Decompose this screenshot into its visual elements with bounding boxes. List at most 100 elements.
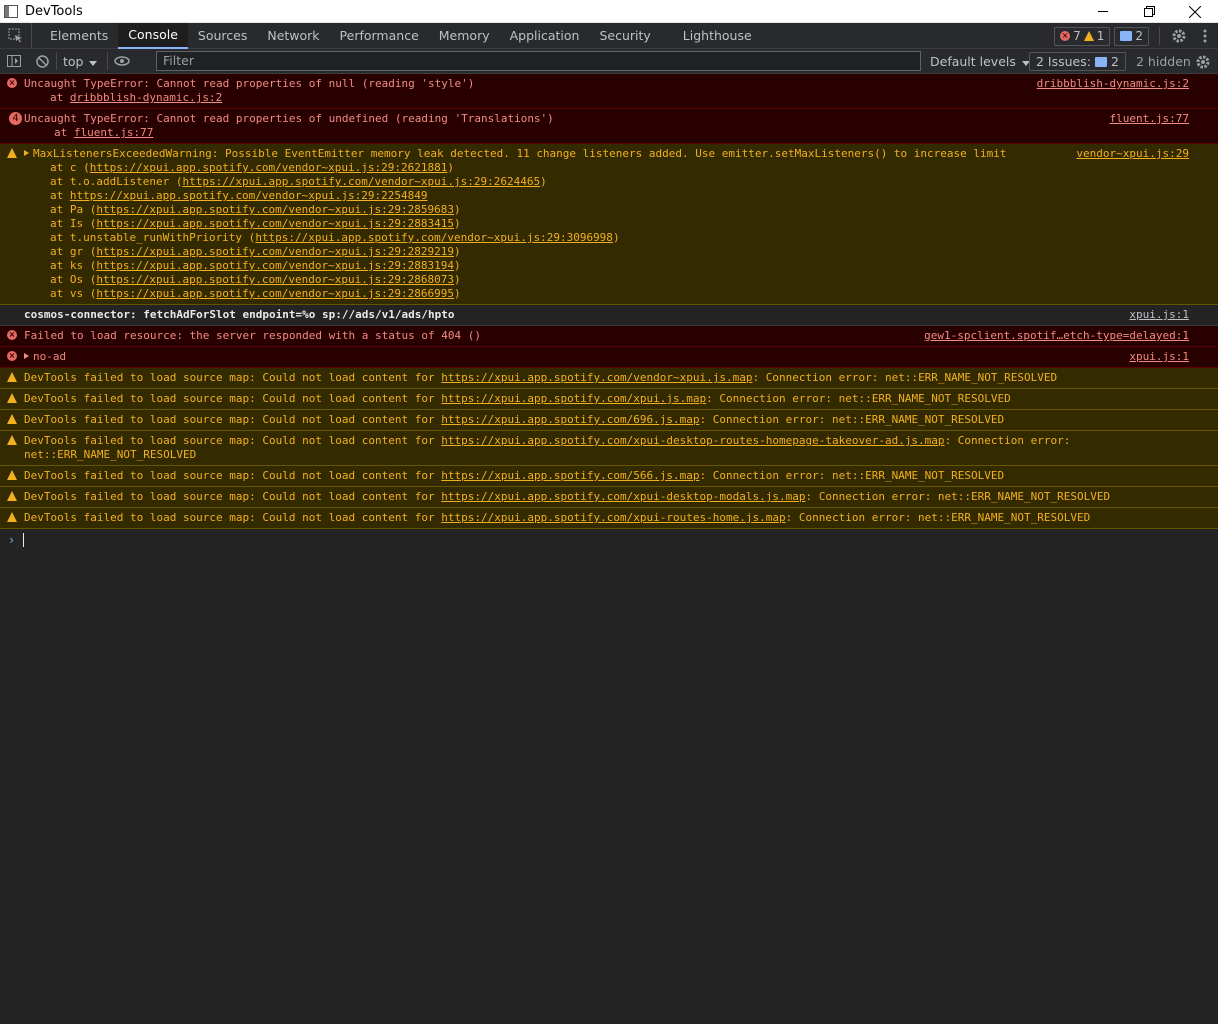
warning-icon	[7, 414, 17, 424]
tab-elements[interactable]: Elements	[40, 23, 118, 49]
source-map-link[interactable]: https://xpui.app.spotify.com/xpui-deskto…	[441, 434, 944, 447]
sidebar-toggle-icon[interactable]	[0, 49, 28, 74]
stack-function: at t.unstable_runWithPriority (	[50, 231, 256, 244]
context-selector[interactable]: top	[56, 52, 109, 70]
divider	[1159, 27, 1160, 45]
stack-end: )	[453, 287, 461, 300]
expand-arrow-icon[interactable]	[24, 353, 29, 359]
tab-application[interactable]: Application	[500, 23, 590, 49]
source-map-link[interactable]: https://xpui.app.spotify.com/xpui-routes…	[441, 511, 785, 524]
tab-performance[interactable]: Performance	[330, 23, 429, 49]
error-warning-counter[interactable]: × 7 1	[1054, 26, 1111, 46]
error-count: 7	[1073, 29, 1081, 43]
stack-end: )	[540, 175, 547, 188]
message-text-line: DevTools failed to load source map: Coul…	[24, 392, 1218, 406]
tab-lighthouse[interactable]: Lighthouse	[661, 23, 762, 49]
stack-end: )	[612, 231, 620, 244]
stack-frame: at ks (https://xpui.app.spotify.com/vend…	[24, 259, 1218, 273]
stack-function: at t.o.addListener (	[50, 175, 183, 188]
tabbar-right: × 7 1 2	[1054, 23, 1218, 49]
source-link[interactable]: gew1-spclient.spotif…etch-type=delayed:1	[924, 329, 1189, 343]
tab-memory[interactable]: Memory	[429, 23, 500, 49]
stack-link[interactable]: https://xpui.app.spotify.com/vendor~xpui…	[96, 273, 454, 286]
source-link[interactable]: fluent.js:77	[1110, 112, 1189, 126]
context-label: top	[63, 53, 84, 69]
stack-frame: at vs (https://xpui.app.spotify.com/vend…	[24, 287, 1218, 301]
message-text: DevTools failed to load source map: Coul…	[24, 434, 442, 447]
console-message-warning: DevTools failed to load source map: Coul…	[0, 431, 1218, 466]
stack-function: at vs (	[50, 287, 97, 300]
hidden-count: 2 hidden	[1136, 54, 1191, 69]
message-text-line: DevTools failed to load source map: Coul…	[24, 413, 1218, 427]
clear-console-icon[interactable]	[28, 49, 56, 74]
stack-link[interactable]: https://xpui.app.spotify.com/vendor~xpui…	[96, 259, 454, 272]
warning-icon	[7, 372, 17, 382]
message-text: DevTools failed to load source map: Coul…	[24, 511, 442, 524]
error-icon: ×	[7, 351, 17, 361]
log-levels-dropdown[interactable]: Default levels	[930, 49, 1030, 74]
close-icon[interactable]	[1172, 0, 1218, 23]
issues-button[interactable]: 2 Issues: 2	[1029, 52, 1126, 71]
stack-link[interactable]: https://xpui.app.spotify.com/vendor~xpui…	[96, 245, 454, 258]
message-text: DevTools failed to load source map: Coul…	[24, 392, 442, 405]
tab-network[interactable]: Network	[257, 23, 329, 49]
live-expression-eye-icon[interactable]	[108, 49, 136, 74]
stack-link[interactable]: fluent.js:77	[74, 126, 153, 139]
console-messages: × Uncaught TypeError: Cannot read propert…	[0, 74, 1218, 547]
restore-icon[interactable]	[1126, 0, 1172, 23]
source-link[interactable]: xpui.js:1	[1129, 308, 1189, 322]
message-icon	[1094, 56, 1107, 67]
tab-sources[interactable]: Sources	[188, 23, 257, 49]
console-prompt[interactable]: ›	[0, 529, 1218, 547]
stack-end: )	[453, 259, 461, 272]
stack-link[interactable]: https://xpui.app.spotify.com/vendor~xpui…	[255, 231, 613, 244]
message-text: : Connection error: net::ERR_NAME_NOT_RE…	[805, 490, 1111, 503]
source-map-link[interactable]: https://xpui.app.spotify.com/xpui.js.map	[441, 392, 706, 405]
message-text: : Connection error:	[944, 434, 1071, 447]
text-caret	[23, 533, 25, 547]
stack-end: )	[453, 245, 461, 258]
source-map-link[interactable]: https://xpui.app.spotify.com/566.js.map	[441, 469, 699, 482]
source-map-link[interactable]: https://xpui.app.spotify.com/vendor~xpui…	[441, 371, 752, 384]
stack-function: at Is (	[50, 217, 97, 230]
source-map-link[interactable]: https://xpui.app.spotify.com/696.js.map	[441, 413, 699, 426]
panel-tabs: Elements Console Sources Network Performance…	[32, 22, 762, 49]
message-text-continuation: net::ERR_NAME_NOT_RESOLVED	[24, 448, 197, 461]
levels-label: Default levels	[930, 54, 1016, 69]
console-message-error: × Uncaught TypeError: Cannot read propert…	[0, 74, 1218, 109]
stack-prefix: at	[54, 126, 74, 139]
tab-console[interactable]: Console	[118, 22, 188, 49]
stack-link[interactable]: https://xpui.app.spotify.com/vendor~xpui…	[96, 203, 454, 216]
message-icon	[1120, 31, 1133, 41]
settings-gear-icon[interactable]	[1166, 23, 1192, 49]
stack-link[interactable]: https://xpui.app.spotify.com/vendor~xpui…	[70, 189, 428, 202]
console-message-info: cosmos-connector: fetchAdForSlot endpoin…	[0, 305, 1218, 326]
more-options-icon[interactable]	[1192, 23, 1218, 49]
warning-icon	[7, 435, 17, 445]
minimize-icon[interactable]	[1080, 0, 1126, 23]
message-count: 2	[1135, 29, 1143, 43]
source-link[interactable]: xpui.js:1	[1129, 350, 1189, 364]
error-icon: ×	[1060, 31, 1071, 41]
stack-frame: at fluent.js:77	[24, 126, 1218, 140]
message-text: DevTools failed to load source map: Coul…	[24, 371, 442, 384]
console-settings-gear-icon[interactable]	[1190, 49, 1216, 75]
message-text: : Connection error: net::ERR_NAME_NOT_RE…	[752, 371, 1058, 384]
stack-link[interactable]: dribbblish-dynamic.js:2	[70, 91, 222, 104]
source-link[interactable]: dribbblish-dynamic.js:2	[1037, 77, 1189, 91]
message-text: Uncaught TypeError: Cannot read properti…	[24, 77, 475, 90]
issues-counter[interactable]: 2	[1114, 26, 1149, 46]
console-message-warning: DevTools failed to load source map: Coul…	[0, 368, 1218, 389]
filter-input[interactable]: Filter	[156, 51, 921, 71]
source-link[interactable]: vendor~xpui.js:29	[1076, 147, 1189, 161]
stack-link[interactable]: https://xpui.app.spotify.com/vendor~xpui…	[96, 287, 454, 300]
expand-arrow-icon[interactable]	[24, 150, 29, 156]
tab-security[interactable]: Security	[589, 23, 660, 49]
inspect-element-icon[interactable]	[0, 22, 32, 49]
stack-link[interactable]: https://xpui.app.spotify.com/vendor~xpui…	[96, 217, 454, 230]
stack-link[interactable]: https://xpui.app.spotify.com/vendor~xpui…	[182, 175, 540, 188]
source-map-link[interactable]: https://xpui.app.spotify.com/xpui-deskto…	[441, 490, 805, 503]
stack-link[interactable]: https://xpui.app.spotify.com/vendor~xpui…	[90, 161, 448, 174]
dropdown-arrow-icon	[89, 54, 98, 69]
stack-frame: at c (https://xpui.app.spotify.com/vendo…	[24, 161, 1218, 175]
